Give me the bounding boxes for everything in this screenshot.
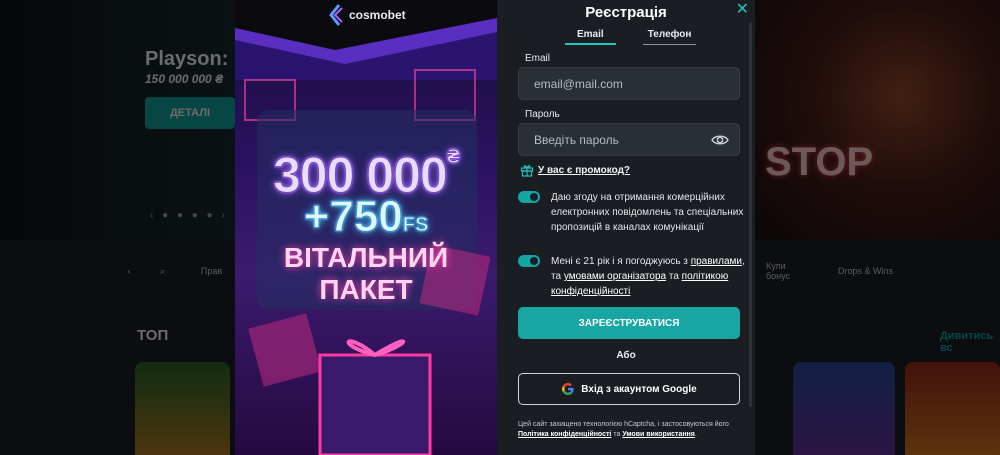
captcha-and: та [613,431,621,438]
nav-prev-icon[interactable]: ‹ [118,255,140,287]
email-field[interactable]: email@mail.com [518,67,740,100]
brand-name: cosmobet [349,8,406,22]
google-login-button[interactable]: Вхід з акаунтом Google [518,373,740,405]
promo-welcome-line2: ПАКЕТ [319,274,413,305]
promo-welcome-line1: ВІТАЛЬНИЙ [283,242,449,273]
registration-tabs: Email Телефон [565,29,697,45]
see-all-link[interactable]: Дивитись вс [940,330,1000,354]
terms-prefix: Мені є 21 рік і я погоджуюсь з [551,256,688,267]
toggle-knob [530,193,538,201]
promo-currency: ₴ [446,146,460,169]
nav-chip-bonus-buy[interactable]: Купи бонус [758,255,818,287]
or-divider: Або [616,350,636,361]
google-icon [562,383,574,395]
hero-right-text: STOP [765,140,874,184]
game-tile[interactable] [905,362,1000,455]
password-placeholder: Введіть пароль [534,132,619,147]
terms-consent-text: Мені є 21 рік і я погоджуюсь з правилами… [551,254,746,299]
logo-mark-icon [329,4,343,26]
marketing-consent-text: Даю згоду на отримання комерційних елект… [551,192,744,233]
captcha-end: . [694,431,697,438]
password-label: Пароль [525,109,560,120]
captcha-privacy-link[interactable]: Політика конфіденційності [518,431,611,438]
nav-chip-rules[interactable]: Прав [188,255,235,287]
brand-logo[interactable]: cosmobet [329,4,406,26]
nav-chip-drops-wins[interactable]: Drops & Wins [823,255,908,287]
google-login-label: Вхід з акаунтом Google [581,383,697,395]
hero-subtitle: 150 000 000 ₴ [145,72,224,86]
promo-fs-value: +750 [303,192,403,242]
promo-free-spins: +750FS [235,192,497,242]
toggle-knob [530,257,538,265]
game-tile[interactable] [793,362,895,455]
top-section-label: ТОП [137,327,169,344]
email-placeholder: email@mail.com [534,76,623,91]
registration-form: ✕ Реєстрація Email Телефон Email email@m… [497,0,755,455]
game-tile[interactable] [135,362,230,455]
hero-title: Playson: [145,48,229,70]
tab-email[interactable]: Email [565,29,616,45]
hero-banner-right [755,0,1000,240]
password-field[interactable]: Введіть пароль [518,123,740,156]
hero-details-button[interactable]: ДЕТАЛІ [145,97,235,129]
tab-phone[interactable]: Телефон [642,29,697,45]
captcha-terms-link[interactable]: Умови використання [622,431,695,438]
gift-icon [520,165,534,177]
marketing-consent-toggle[interactable] [518,191,540,203]
nav-search-icon[interactable]: ⌕ [145,255,180,287]
carousel-dots[interactable]: ‹ ● ● ● ● › [150,210,228,221]
eye-icon[interactable] [711,132,729,148]
register-button[interactable]: ЗАРЕЄСТРУВАТИСЯ [518,307,740,339]
registration-modal: cosmobet 300 000₴ +750FS ВІТАЛЬНИЙ ПАКЕТ… [235,0,755,455]
captcha-notice: Цей сайт захищено технологією hCaptcha, … [518,420,743,440]
captcha-text: Цей сайт захищено технологією hCaptcha, … [518,421,729,428]
promo-panel: cosmobet 300 000₴ +750FS ВІТАЛЬНИЙ ПАКЕТ [235,0,497,455]
email-label: Email [525,53,551,64]
organizer-terms-link[interactable]: умовами організатора [564,271,666,282]
promo-fs-suffix: FS [402,214,429,237]
rules-link[interactable]: правилами [691,256,742,267]
promo-code-row[interactable]: У вас є промокод? [520,163,630,177]
form-title: Реєстрація [585,4,667,21]
promo-code-link[interactable]: У вас є промокод? [538,165,630,176]
terms-consent-toggle[interactable] [518,255,540,267]
terms-mid2: та [668,271,679,282]
